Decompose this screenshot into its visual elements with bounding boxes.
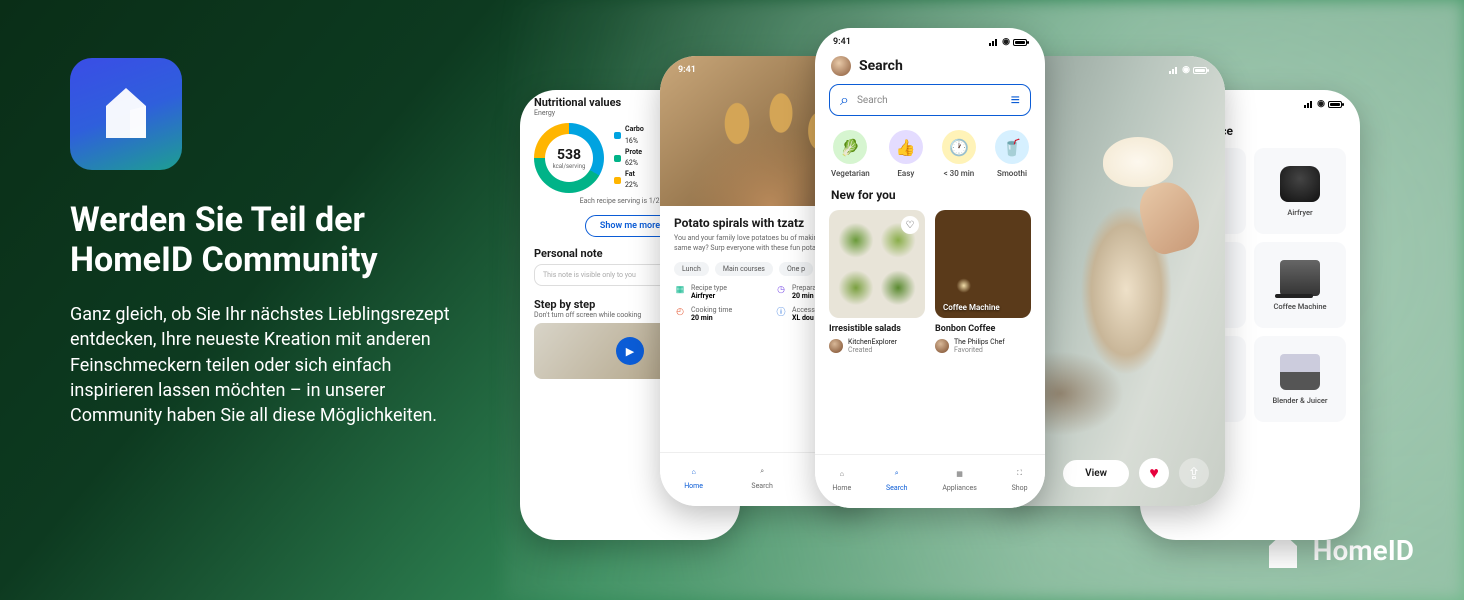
avatar[interactable] (831, 56, 851, 76)
signal-icon (1169, 67, 1179, 74)
battery-icon (1328, 101, 1342, 108)
home-icon: ⌂ (834, 466, 850, 482)
chip[interactable]: Lunch (674, 262, 709, 276)
tab-search[interactable]: ⌕Search (886, 466, 908, 492)
card-title: Bonbon Coffee (935, 324, 1031, 334)
status-time: 9:41 (833, 37, 851, 47)
category-easy[interactable]: 👍Easy (889, 130, 923, 178)
category-smoothie[interactable]: 🥤Smoothi (995, 130, 1029, 178)
tab-appliances[interactable]: ▦Appliances (942, 466, 977, 492)
status-icons: ◉ (989, 37, 1027, 47)
author-avatar (935, 339, 949, 353)
appliance-cell[interactable]: Coffee Machine (1254, 242, 1346, 328)
phone-mockups: Nutritional values Energy 538 kcal/servi… (520, 28, 1440, 588)
blender-icon (1280, 354, 1320, 390)
promo-copy: Werden Sie Teil der HomeID Community Gan… (70, 58, 450, 428)
status-icons: ◉ (1169, 65, 1207, 75)
tab-bar: ⌂Home ⌕Search ▦Appliances ⛶Shop (815, 454, 1045, 508)
favorite-button[interactable]: ♡ (901, 216, 919, 234)
airfryer-icon (1280, 166, 1320, 202)
category-row: 🥬Vegetarian 👍Easy 🕐< 30 min 🥤Smoothi (815, 116, 1045, 188)
filter-icon[interactable]: ≡ (1011, 90, 1020, 110)
favorite-button[interactable]: ♥ (1139, 458, 1169, 488)
tab-home[interactable]: ⌂Home (832, 466, 851, 492)
battery-icon (1013, 39, 1027, 46)
wifi-icon: ◉ (1182, 65, 1190, 75)
wifi-icon: ◉ (1002, 37, 1010, 47)
kcal-label: kcal/serving (553, 163, 586, 170)
status-time: 9:41 (678, 65, 696, 75)
category-30min[interactable]: 🕐< 30 min (942, 130, 976, 178)
play-icon[interactable]: ▶ (616, 337, 644, 365)
homeid-app-icon (70, 58, 182, 170)
recipe-card-salads[interactable]: ♡ Irresistible salads KitchenExplorerCre… (829, 210, 925, 355)
search-placeholder: Search (857, 95, 1003, 106)
chip[interactable]: One p (779, 262, 813, 276)
page-title: Search (859, 58, 903, 74)
shop-icon: ⛶ (1012, 466, 1028, 482)
tab-shop[interactable]: ⛶Shop (1012, 466, 1028, 492)
signal-icon (989, 39, 999, 46)
tab-home[interactable]: ⌂Home (684, 464, 703, 490)
category-vegetarian[interactable]: 🥬Vegetarian (831, 130, 870, 178)
card-image-label: Coffee Machine (943, 303, 1000, 312)
search-icon: ⌕ (889, 466, 905, 482)
status-icons: ◉ (1304, 99, 1342, 109)
macro-legend: Carbo16% Prote62% Fat22% (614, 124, 644, 191)
search-icon: ⌕ (754, 464, 770, 480)
search-icon: ⌕ (840, 90, 849, 110)
promo-headline: Werden Sie Teil der HomeID Community (70, 200, 450, 280)
author-avatar (829, 339, 843, 353)
card-image: ♡ (829, 210, 925, 318)
house-icon (96, 80, 156, 148)
card-image: Coffee Machine (935, 210, 1031, 318)
kcal-value: 538 (553, 147, 586, 163)
battery-icon (1193, 67, 1207, 74)
espresso-machine-icon (1280, 260, 1320, 296)
recipe-card-coffee[interactable]: Coffee Machine Bonbon Coffee The Philips… (935, 210, 1031, 355)
promo-body: Ganz gleich, ob Sie Ihr nächstes Lieblin… (70, 302, 450, 428)
appliance-cell[interactable]: Blender & Juicer (1254, 336, 1346, 422)
home-icon: ⌂ (686, 464, 702, 480)
wifi-icon: ◉ (1317, 99, 1325, 109)
appliance-cell[interactable]: Airfryer (1254, 148, 1346, 234)
homeid-promo-banner: Werden Sie Teil der HomeID Community Gan… (0, 0, 1464, 600)
search-input[interactable]: ⌕ Search ≡ (829, 84, 1031, 116)
card-title: Irresistible salads (829, 324, 925, 334)
new-for-you-title: New for you (831, 188, 1029, 202)
grid-icon: ▦ (952, 466, 968, 482)
view-button[interactable]: View (1063, 460, 1129, 487)
calorie-donut-chart: 538 kcal/serving (534, 123, 604, 193)
signal-icon (1304, 101, 1314, 108)
chip[interactable]: Main courses (715, 262, 773, 276)
page-header: Search (815, 52, 1045, 84)
phone-search: 9:41 ◉ Search ⌕ Search ≡ 🥬Vegetarian 👍Ea… (815, 28, 1045, 508)
share-button[interactable]: ⇪ (1179, 458, 1209, 488)
tab-search[interactable]: ⌕Search (751, 464, 773, 490)
